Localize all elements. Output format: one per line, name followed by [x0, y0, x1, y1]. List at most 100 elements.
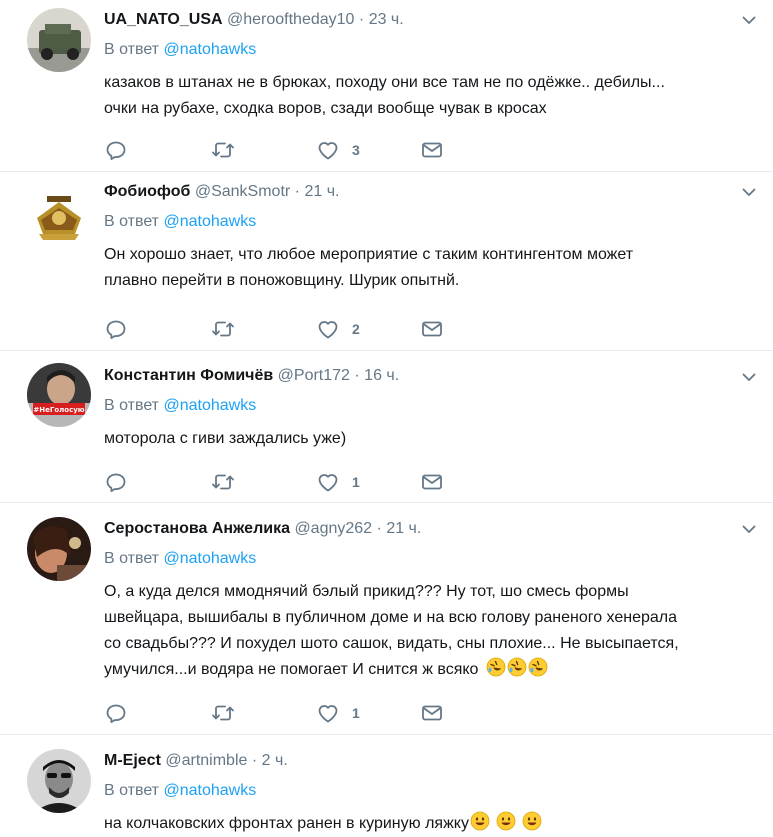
like-count: 3: [352, 142, 360, 158]
reply-prefix: В ответ: [104, 41, 160, 58]
reply-button[interactable]: [104, 317, 128, 341]
reply-context: В ответ @natohawks: [104, 549, 757, 569]
action-bar: 1: [104, 470, 444, 494]
timestamp[interactable]: 16 ч.: [364, 367, 399, 384]
reply-button[interactable]: [104, 138, 128, 162]
user-handle[interactable]: @agny262: [294, 520, 372, 537]
action-bar: 2: [104, 317, 444, 341]
reply-context: В ответ @natohawks: [104, 781, 757, 801]
tweet-text-line: умучился...и водяра не помогает И снится…: [104, 661, 479, 678]
reply-button[interactable]: [104, 470, 128, 494]
separator-dot: ·: [354, 367, 360, 384]
avatar[interactable]: [27, 749, 91, 813]
reply-context: В ответ @natohawks: [104, 212, 757, 232]
user-handle[interactable]: @SankSmotr: [195, 183, 290, 200]
like-button[interactable]: 3: [316, 138, 360, 162]
tweet-text-line-with-emoji: умучился...и водяра не помогает И снится…: [104, 657, 757, 683]
reply-icon: [104, 701, 128, 725]
display-name[interactable]: M-Eject: [104, 752, 161, 769]
avatar[interactable]: #НеГолосую: [27, 363, 91, 427]
retweet-button[interactable]: [211, 470, 235, 494]
replies-feed: UA_NATO_USA @herooftheday10 · 23 ч. В от…: [0, 0, 773, 835]
rofl-emoji-icon: [528, 657, 548, 677]
retweet-button[interactable]: [211, 701, 235, 725]
tweet-text: на колчаковских фронтах ранен в куриную …: [104, 811, 757, 837]
reply-context: В ответ @natohawks: [104, 396, 757, 416]
smile-emoji-icon: [496, 811, 516, 831]
display-name[interactable]: Константин Фомичёв: [104, 367, 273, 384]
timestamp[interactable]: 21 ч.: [386, 520, 421, 537]
retweet-button[interactable]: [211, 317, 235, 341]
user-handle[interactable]: @artnimble: [165, 752, 247, 769]
chevron-down-icon[interactable]: [741, 184, 757, 200]
tweet-header: Константин Фомичёв @Port172 · 16 ч.: [104, 366, 757, 386]
tweet-text-line: очки на рубахе, сходка воров, сзади вооб…: [104, 100, 547, 117]
tweet-header: Серостанова Анжелика @agny262 · 21 ч.: [104, 519, 757, 539]
reply-prefix: В ответ: [104, 213, 160, 230]
timestamp[interactable]: 21 ч.: [304, 183, 339, 200]
like-button[interactable]: 1: [316, 470, 360, 494]
separator-dot: ·: [251, 752, 258, 769]
tweet-item[interactable]: Фобиофоб @SankSmotr · 21 ч. В ответ @nat…: [0, 172, 773, 351]
like-icon: [316, 317, 340, 341]
separator-dot: ·: [376, 520, 382, 537]
tweet-item[interactable]: UA_NATO_USA @herooftheday10 · 23 ч. В от…: [0, 0, 773, 172]
retweet-icon: [211, 470, 235, 494]
display-name[interactable]: UA_NATO_USA: [104, 11, 223, 28]
avatar[interactable]: [27, 517, 91, 581]
tweet-text-line: со свадьбы??? И похудел шото сашок, вида…: [104, 635, 679, 652]
tweet-body: Серостанова Анжелика @agny262 · 21 ч. В …: [104, 519, 757, 683]
tweet-text: казаков в штанах не в брюках, походу они…: [104, 70, 757, 122]
like-button[interactable]: 2: [316, 317, 360, 341]
retweet-icon: [211, 701, 235, 725]
direct-message-button[interactable]: [420, 138, 444, 162]
tweet-text-line: Он хорошо знает, что любое мероприятие с…: [104, 246, 634, 263]
reply-icon: [104, 138, 128, 162]
tweet-body: Фобиофоб @SankSmotr · 21 ч. В ответ @nat…: [104, 182, 757, 294]
tweet-item[interactable]: Серостанова Анжелика @agny262 · 21 ч. В …: [0, 503, 773, 735]
timestamp[interactable]: 2 ч.: [262, 752, 288, 769]
smile-emoji-icon: [522, 811, 542, 831]
like-count: 1: [352, 705, 360, 721]
tweet-item[interactable]: #НеГолосую Константин Фомичёв @Port172 ·…: [0, 351, 773, 503]
user-handle[interactable]: @herooftheday10: [227, 11, 354, 28]
tweet-text-line: моторола с гиви заждались уже): [104, 430, 347, 447]
direct-message-button[interactable]: [420, 701, 444, 725]
action-bar: 3: [104, 138, 444, 162]
tweet-item[interactable]: M-Eject @artnimble · 2 ч. В ответ @natoh…: [0, 735, 773, 835]
chevron-down-icon[interactable]: [741, 521, 757, 537]
retweet-icon: [211, 317, 235, 341]
smile-emoji-icon: [470, 811, 490, 831]
chevron-down-icon[interactable]: [741, 12, 757, 28]
mention-link[interactable]: @natohawks: [163, 782, 256, 799]
direct-message-button[interactable]: [420, 317, 444, 341]
action-bar: 1: [104, 701, 444, 725]
rofl-emoji-icon: [507, 657, 527, 677]
tweet-body: UA_NATO_USA @herooftheday10 · 23 ч. В от…: [104, 10, 757, 122]
display-name[interactable]: Фобиофоб: [104, 183, 190, 200]
rofl-emoji-icon: [486, 657, 506, 677]
avatar[interactable]: [27, 8, 91, 72]
tweet-text-line: швейцара, вышибалы в публичном доме и на…: [104, 609, 678, 626]
reply-button[interactable]: [104, 701, 128, 725]
display-name[interactable]: Серостанова Анжелика: [104, 520, 290, 537]
reply-prefix: В ответ: [104, 782, 160, 799]
tweet-body: Константин Фомичёв @Port172 · 16 ч. В от…: [104, 366, 757, 452]
timestamp[interactable]: 23 ч.: [369, 11, 404, 28]
user-handle[interactable]: @Port172: [278, 367, 350, 384]
mention-link[interactable]: @natohawks: [163, 397, 256, 414]
like-button[interactable]: 1: [316, 701, 360, 725]
avatar-badge-text: #НеГолосую: [33, 406, 84, 414]
envelope-icon: [420, 701, 444, 725]
tweet-text-line: казаков в штанах не в брюках, походу они…: [104, 74, 665, 91]
mention-link[interactable]: @natohawks: [163, 550, 256, 567]
reply-prefix: В ответ: [104, 397, 160, 414]
chevron-down-icon[interactable]: [741, 369, 757, 385]
direct-message-button[interactable]: [420, 470, 444, 494]
separator-dot: ·: [294, 183, 300, 200]
avatar[interactable]: [27, 184, 91, 248]
mention-link[interactable]: @natohawks: [163, 41, 256, 58]
reply-prefix: В ответ: [104, 550, 160, 567]
mention-link[interactable]: @natohawks: [163, 213, 256, 230]
retweet-button[interactable]: [211, 138, 235, 162]
